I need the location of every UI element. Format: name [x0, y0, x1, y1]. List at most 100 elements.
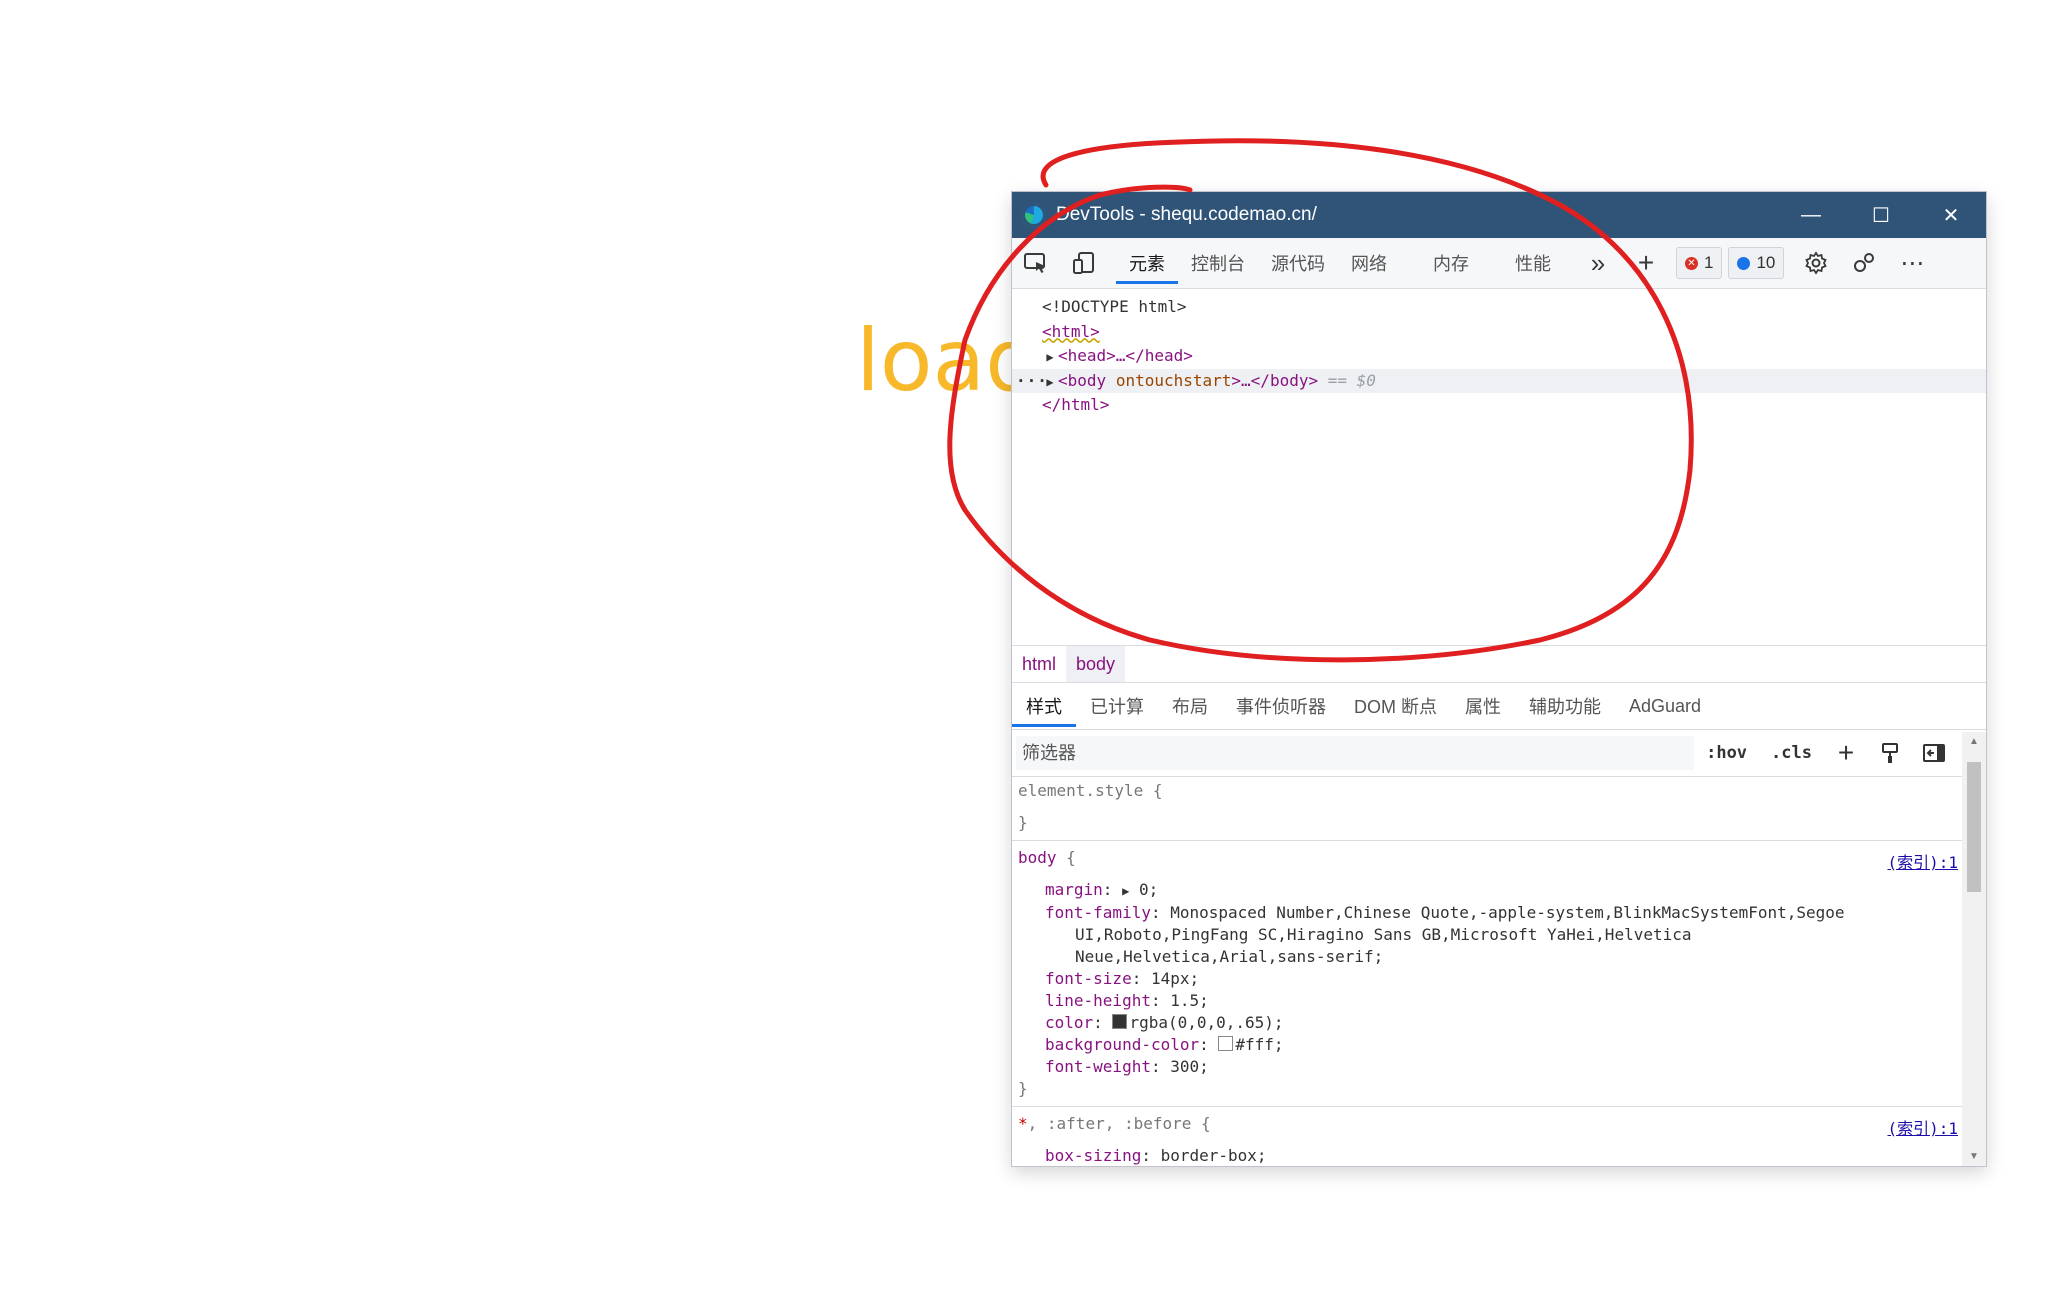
- decl-font-family[interactable]: font-family: Monospaced Number,Chinese Q…: [1018, 902, 1962, 924]
- dom-tree: <!DOCTYPE html> <html> ▶ <head>…</head> ·…: [1012, 289, 1986, 645]
- breadcrumb-body[interactable]: body: [1066, 646, 1126, 682]
- body-close-brace: }: [1018, 1079, 1028, 1098]
- info-badge[interactable]: 10: [1728, 247, 1785, 279]
- prop-name: font-family: [1045, 903, 1151, 922]
- device-emulation-icon[interactable]: [1060, 238, 1108, 288]
- styles-scrollbar[interactable]: ▲ ▼: [1962, 732, 1986, 1166]
- dom-html-open[interactable]: <html>: [1012, 320, 1986, 345]
- prop-value: 14px;: [1150, 969, 1200, 988]
- html-close-tag: </html>: [1042, 395, 1110, 414]
- prop-name: background-color: [1045, 1035, 1200, 1054]
- body-rule[interactable]: body { (索引):1 margin: ▶ 0; font-family: …: [1012, 841, 1962, 1107]
- prop-name: line-height: [1045, 991, 1151, 1010]
- error-icon: ✕: [1685, 256, 1698, 270]
- body-tag-open: <body: [1058, 370, 1107, 390]
- tab-sources[interactable]: 源代码: [1258, 238, 1338, 288]
- new-style-rule-icon[interactable]: +: [1824, 736, 1868, 770]
- prop-value: #fff;: [1235, 1035, 1284, 1054]
- subtab-accessibility[interactable]: 辅助功能: [1515, 683, 1615, 729]
- body-attr: ontouchstart: [1115, 370, 1232, 390]
- dom-html-close[interactable]: </html>: [1012, 393, 1986, 418]
- prop-name: font-size: [1045, 969, 1132, 988]
- window-title: DevTools - shequ.codemao.cn/: [1056, 204, 1317, 225]
- color-swatch[interactable]: [1112, 1014, 1128, 1029]
- dom-doctype[interactable]: <!DOCTYPE html>: [1012, 295, 1986, 320]
- decl-color[interactable]: color: rgba(0,0,0,.65);: [1018, 1012, 1962, 1034]
- message-icon: [1737, 256, 1751, 270]
- body-selector: body: [1018, 848, 1057, 867]
- prop-value: 1.5;: [1170, 991, 1209, 1010]
- paint-icon[interactable]: [1868, 736, 1912, 770]
- edge-logo-icon: [1022, 203, 1046, 227]
- window-controls: — ☐ ✕: [1776, 192, 1986, 238]
- settings-gear-icon[interactable]: [1792, 238, 1840, 288]
- decl-background-color[interactable]: background-color: #fff;: [1018, 1034, 1962, 1056]
- body-tag-rest: >…</body>: [1231, 370, 1319, 390]
- prop-name: margin: [1045, 880, 1103, 899]
- decl-line-height[interactable]: line-height: 1.5;: [1018, 990, 1962, 1012]
- subtab-adguard[interactable]: AdGuard: [1615, 683, 1715, 729]
- decl-font-family-cont-2: Neue,Helvetica,Arial,sans-serif;: [1018, 946, 1962, 968]
- prop-value: border-box;: [1160, 1146, 1267, 1165]
- cls-button[interactable]: .cls: [1759, 736, 1824, 770]
- devtools-window: DevTools - shequ.codemao.cn/ — ☐ ✕ 元素 控制…: [1012, 192, 1986, 1166]
- dom-body[interactable]: ··· ▶ <body ontouchstart>…</body> == $0: [1012, 368, 1986, 394]
- minimize-icon[interactable]: —: [1776, 192, 1846, 238]
- breadcrumb-html[interactable]: html: [1012, 646, 1066, 682]
- prop-name: box-sizing: [1045, 1146, 1142, 1165]
- more-options-icon[interactable]: ⋯: [1888, 238, 1936, 288]
- customize-devtools-icon[interactable]: [1840, 238, 1888, 288]
- decl-font-size[interactable]: font-size: 14px;: [1018, 968, 1962, 990]
- subtab-layout[interactable]: 布局: [1158, 683, 1222, 729]
- subtab-computed[interactable]: 已计算: [1076, 683, 1158, 729]
- background-swatch[interactable]: [1218, 1036, 1234, 1051]
- styles-subtabs: 样式 已计算 布局 事件侦听器 DOM 断点 属性 辅助功能 AdGuard: [1012, 683, 1986, 730]
- tab-elements[interactable]: 元素: [1116, 238, 1178, 288]
- styles-filter-row: :hov .cls +: [1012, 730, 1986, 777]
- prop-value: Monospaced Number,Chinese Quote,-apple-s…: [1170, 903, 1845, 922]
- dom-head[interactable]: ▶ <head>…</head>: [1012, 344, 1986, 369]
- body-open-brace: {: [1056, 848, 1076, 867]
- universal-selector: *: [1018, 1114, 1028, 1133]
- close-icon[interactable]: ✕: [1916, 192, 1986, 238]
- decl-font-weight[interactable]: font-weight: 300;: [1018, 1056, 1962, 1078]
- universal-rule[interactable]: *, :after, :before { (索引):1 box-sizing: …: [1012, 1107, 1962, 1166]
- doctype-text: <!DOCTYPE html>: [1042, 297, 1187, 316]
- expand-head-icon[interactable]: ▶: [1042, 345, 1058, 370]
- decl-margin[interactable]: margin: ▶ 0;: [1018, 879, 1962, 902]
- info-count: 10: [1756, 253, 1776, 272]
- hov-button[interactable]: :hov: [1694, 736, 1759, 770]
- node-actions-icon[interactable]: ···: [1016, 369, 1048, 394]
- expand-margin-icon[interactable]: ▶: [1122, 884, 1129, 898]
- tab-console[interactable]: 控制台: [1178, 238, 1258, 288]
- add-tab-icon[interactable]: +: [1622, 238, 1670, 288]
- tab-memory[interactable]: 内存: [1420, 238, 1482, 288]
- scroll-up-icon[interactable]: ▲: [1962, 736, 1986, 747]
- toggle-sidebar-icon[interactable]: [1912, 736, 1956, 770]
- prop-name: color: [1045, 1013, 1094, 1032]
- tab-performance[interactable]: 性能: [1502, 238, 1564, 288]
- element-style-selector: element.style {: [1018, 781, 1163, 800]
- tab-network[interactable]: 网络: [1338, 238, 1400, 288]
- element-style-rule[interactable]: element.style { }: [1012, 774, 1962, 841]
- decl-box-sizing[interactable]: box-sizing: border-box;: [1018, 1145, 1962, 1166]
- error-badge[interactable]: ✕ 1: [1676, 247, 1723, 279]
- prop-value: UI,Roboto,PingFang SC,Hiragino Sans GB,M…: [1075, 925, 1692, 944]
- html-tag: <html>: [1042, 321, 1100, 341]
- inspect-element-icon[interactable]: [1012, 238, 1060, 288]
- prop-name: font-weight: [1045, 1057, 1151, 1076]
- scroll-thumb[interactable]: [1967, 762, 1981, 892]
- subtab-properties[interactable]: 属性: [1451, 683, 1515, 729]
- head-tag: <head>…</head>: [1058, 346, 1193, 365]
- body-rule-source-link[interactable]: (索引):1: [1887, 849, 1958, 873]
- subtab-dom-breakpoints[interactable]: DOM 断点: [1340, 683, 1451, 729]
- subtab-event-listeners[interactable]: 事件侦听器: [1222, 683, 1340, 729]
- breadcrumb: html body: [1012, 645, 1986, 683]
- prop-value: rgba(0,0,0,.65);: [1129, 1013, 1284, 1032]
- maximize-icon[interactable]: ☐: [1846, 192, 1916, 238]
- scroll-down-icon[interactable]: ▼: [1962, 1151, 1986, 1162]
- subtab-styles[interactable]: 样式: [1012, 683, 1076, 729]
- more-tabs-icon[interactable]: »: [1574, 238, 1622, 288]
- universal-rule-source-link[interactable]: (索引):1: [1887, 1115, 1958, 1139]
- styles-filter-input[interactable]: [1016, 736, 1695, 770]
